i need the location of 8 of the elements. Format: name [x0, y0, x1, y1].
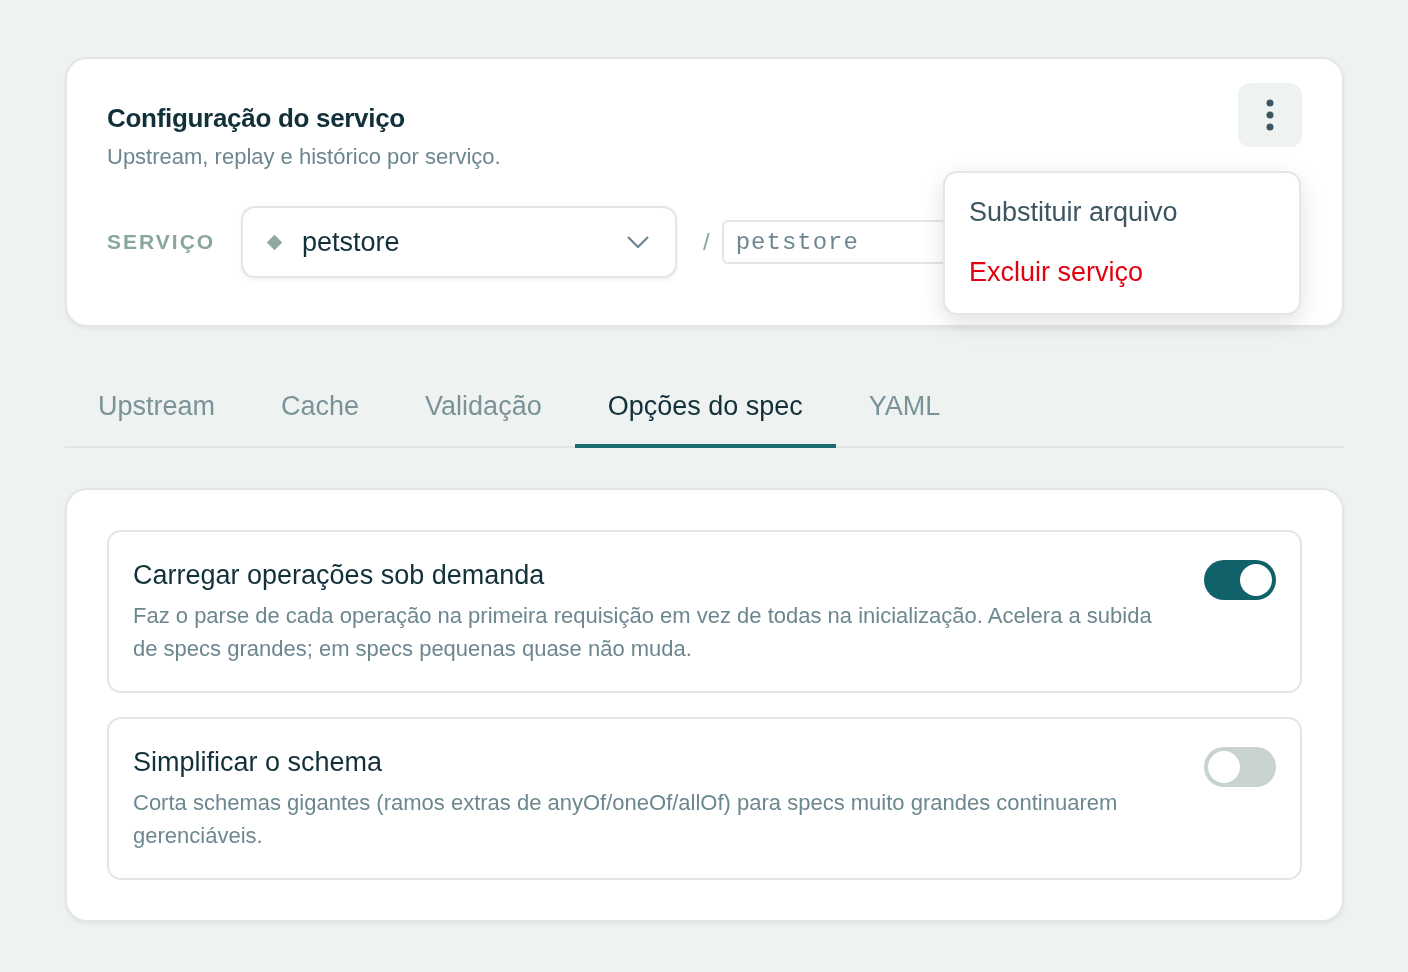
option-description: Faz o parse de cada operação na primeira requisição em vez de todas na inicialização. Acelera a subida de specs grandes; em specs pequenas quase não muda. [133, 602, 1153, 663]
option-description: Corta schemas gigantes (ramos extras de anyOf/oneOf/allOf) para specs muito grandes continuarem gerenciáveis. [133, 789, 1119, 850]
card-subtitle: Upstream, replay e histórico por serviço. [107, 144, 501, 170]
card-title: Configuração do serviço [107, 103, 406, 134]
option-title: Simplificar o schema [133, 747, 384, 778]
option-title: Carregar operações sob demanda [133, 560, 546, 591]
service-label: SERVIÇO [107, 230, 217, 254]
path-separator: / [703, 228, 710, 256]
